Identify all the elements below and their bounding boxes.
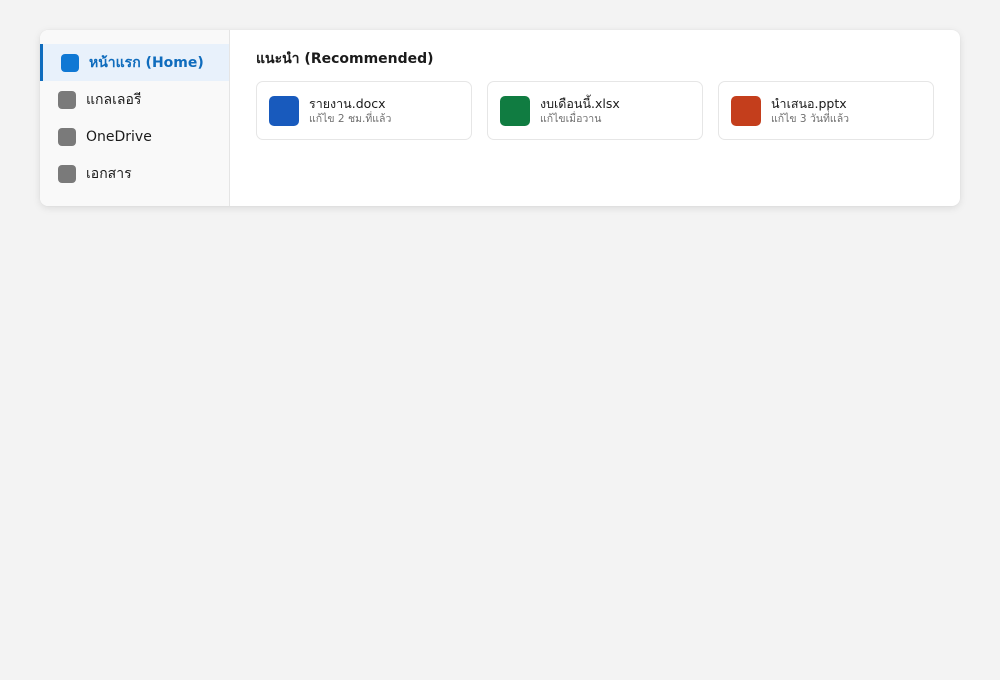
- powerpoint-file-icon: [731, 95, 761, 126]
- file-meta: แก้ไข 3 วันที่แล้ว: [771, 112, 850, 125]
- file-card[interactable]: งบเดือนนี้.xlsx แก้ไขเมื่อวาน: [487, 81, 703, 140]
- sidebar-item-home[interactable]: หน้าแรก (Home): [40, 44, 229, 81]
- file-text: งบเดือนนี้.xlsx แก้ไขเมื่อวาน: [540, 96, 620, 126]
- main-content: แนะนำ (Recommended) รายงาน.docx แก้ไข 2 …: [230, 30, 960, 206]
- sidebar-item-label: หน้าแรก (Home): [89, 54, 204, 71]
- sidebar-item-label: OneDrive: [86, 128, 152, 145]
- sidebar-item-label: เอกสาร: [86, 165, 132, 182]
- excel-file-icon: [500, 95, 530, 126]
- file-card[interactable]: นำเสนอ.pptx แก้ไข 3 วันที่แล้ว: [718, 81, 934, 140]
- onedrive-icon: [58, 127, 76, 146]
- home-icon: [61, 53, 79, 72]
- file-name: รายงาน.docx: [309, 95, 386, 111]
- documents-icon: [58, 164, 76, 183]
- sidebar: หน้าแรก (Home) แกลเลอรี OneDrive เอกสาร: [40, 30, 230, 206]
- file-name: งบเดือนนี้.xlsx: [540, 95, 620, 111]
- file-name: นำเสนอ.pptx: [771, 95, 847, 111]
- file-text: รายงาน.docx แก้ไข 2 ชม.ที่แล้ว: [309, 96, 391, 126]
- file-text: นำเสนอ.pptx แก้ไข 3 วันที่แล้ว: [771, 96, 849, 126]
- sidebar-item-documents[interactable]: เอกสาร: [40, 155, 229, 192]
- sidebar-item-onedrive[interactable]: OneDrive: [40, 118, 229, 155]
- file-card[interactable]: รายงาน.docx แก้ไข 2 ชม.ที่แล้ว: [256, 81, 472, 140]
- explorer-window: หน้าแรก (Home) แกลเลอรี OneDrive เอกสาร …: [40, 30, 960, 206]
- sidebar-item-label: แกลเลอรี: [86, 91, 142, 108]
- recommended-files: รายงาน.docx แก้ไข 2 ชม.ที่แล้ว งบเดือนนี…: [256, 81, 934, 140]
- file-meta: แก้ไขเมื่อวาน: [540, 112, 602, 125]
- section-title: แนะนำ (Recommended): [256, 51, 434, 67]
- gallery-icon: [58, 90, 76, 109]
- file-meta: แก้ไข 2 ชม.ที่แล้ว: [309, 112, 392, 125]
- sidebar-item-gallery[interactable]: แกลเลอรี: [40, 81, 229, 118]
- word-file-icon: [269, 95, 299, 126]
